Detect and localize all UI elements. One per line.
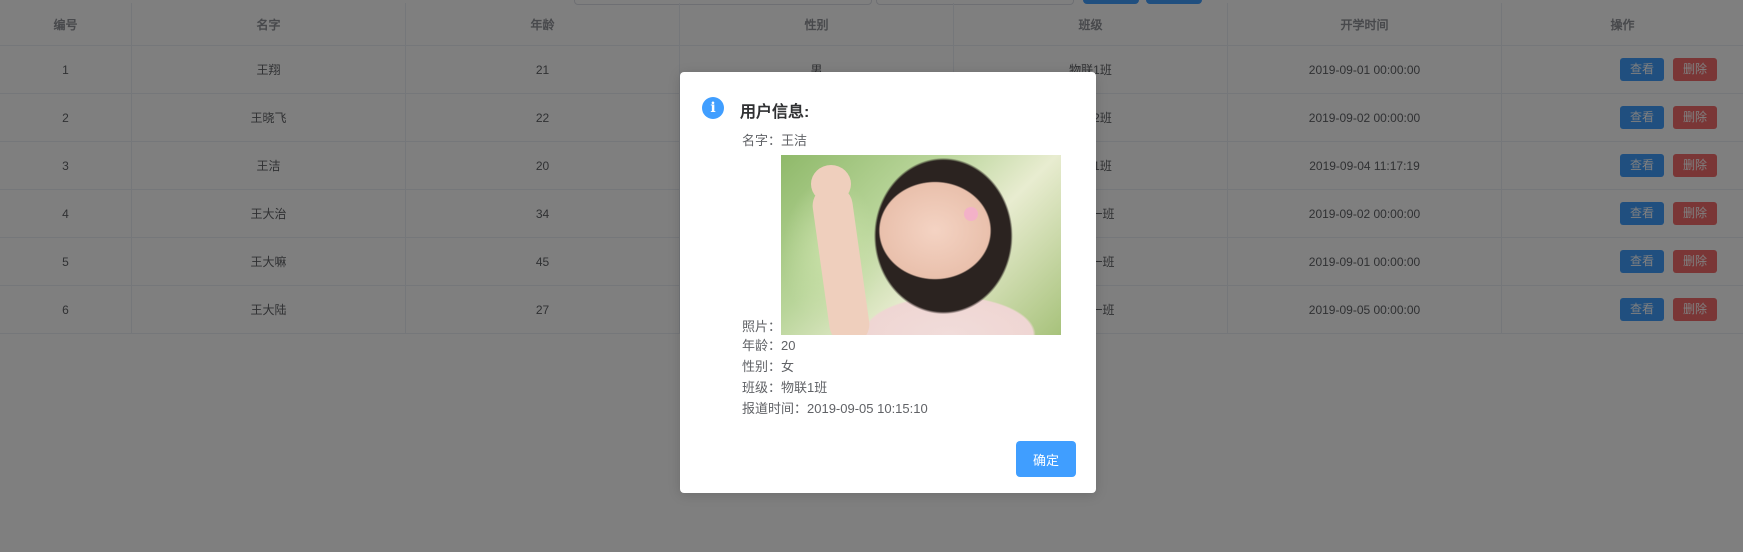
age-line: 年龄：20 [742,338,796,353]
photo-arm-shape [810,182,872,335]
photo-label: 照片： [742,319,782,334]
dialog-body: 名字：王洁 照片： 年龄：20 性别：女 班级：物联1班 报道时间：2019-0… [742,130,1062,419]
confirm-button[interactable]: 确定 [1016,441,1076,477]
user-info-dialog: i 用户信息: 名字：王洁 照片： 年龄：20 性别：女 班级：物联1班 报道时… [680,72,1096,493]
student-list-page: 编号 名字 年龄 性别 班级 开学时间 操作 1王翔21男物联1班2019-09… [0,0,1743,552]
photo-flower-shape [964,207,979,221]
report-time-line: 报道时间：2019-09-05 10:15:10 [742,401,928,416]
name-line: 名字：王洁 [742,133,808,148]
info-icon: i [702,97,724,119]
photo-line: 照片： [742,149,1062,335]
user-photo [781,155,1062,335]
dialog-title: 用户信息: [740,104,810,121]
gender-line: 性别：女 [742,359,795,374]
photo-hand-shape [811,165,852,203]
class-line: 班级：物联1班 [742,380,828,395]
